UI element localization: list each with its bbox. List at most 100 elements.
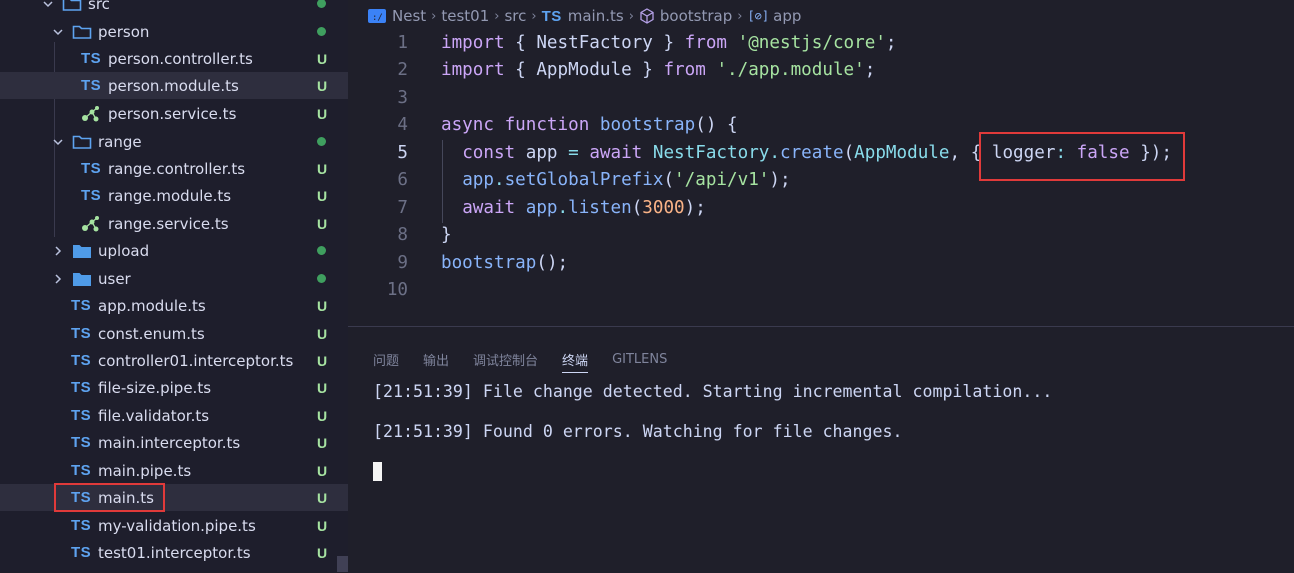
git-status-badge: U [317,489,328,506]
sidebar-scrollbar[interactable] [337,556,348,572]
explorer-file[interactable]: TS main.pipe.ts U [0,457,348,484]
explorer-item-label: src [88,0,110,13]
explorer-file[interactable]: TS const.enum.ts U [0,320,348,347]
breadcrumb: :/ Nest › test01 › src › TS main.ts › bo… [348,4,801,28]
git-status-badge: U [317,160,328,177]
line-number: 8 [397,225,408,245]
line-number: 1 [397,33,408,53]
explorer-file[interactable]: TS app.module.ts U [0,292,348,319]
indent-guide [442,140,443,223]
code-text: import { AppModule } from './app.module'… [441,60,876,80]
service-icon [81,105,101,123]
tab-gitlens[interactable]: GITLENS [612,352,667,367]
code-line[interactable]: 10 [348,277,1294,304]
explorer-file[interactable]: TS main.ts U [0,484,348,511]
code-line[interactable]: 7 await app.listen(3000); [348,195,1294,222]
code-line[interactable]: 6 app.setGlobalPrefix('/api/v1'); [348,167,1294,194]
git-status-badge: U [317,544,328,561]
explorer-item-label: file.validator.ts [98,406,210,425]
typescript-icon: TS [71,325,92,342]
explorer-file[interactable]: TS file-size.pipe.ts U [0,374,348,401]
line-number: 9 [397,253,408,273]
git-status-badge: U [317,50,328,67]
cube-icon [640,8,654,24]
svg-text::/: :/ [372,13,383,23]
chevron-down-icon[interactable] [50,134,66,150]
explorer-file[interactable]: TS range.controller.ts U [0,155,348,182]
explorer-item-label: range.service.ts [108,214,229,233]
chevron-down-icon[interactable] [50,24,66,40]
chevron-down-icon[interactable] [40,0,56,12]
explorer-file[interactable]: TS test01.interceptor.ts U [0,539,348,566]
git-status-badge: U [317,77,328,94]
line-number: 3 [397,88,408,108]
service-icon [81,215,101,233]
code-line[interactable]: 8} [348,222,1294,249]
breadcrumb-file[interactable]: TS main.ts [542,7,624,25]
code-line[interactable]: 1 import { NestFactory } from '@nestjs/co… [348,30,1294,57]
explorer-item-label: person [98,22,150,41]
typescript-icon: TS [71,544,92,561]
explorer-item-label: app.module.ts [98,296,206,315]
explorer-file[interactable]: TS controller01.interceptor.ts U [0,347,348,374]
git-status-dot [317,246,326,255]
breadcrumb-symbol-app[interactable]: [⊘] app [747,7,801,25]
git-status-badge: U [317,325,328,342]
folder-icon [72,243,92,259]
explorer-file[interactable]: TS person.controller.ts U [0,45,348,72]
explorer-folder[interactable]: user [0,265,348,292]
line-number: 7 [397,198,408,218]
chevron-right-icon: › [628,8,634,24]
explorer-item-label: person.service.ts [108,104,237,123]
terminal-cursor[interactable] [373,462,382,481]
line-number: 5 [397,143,408,163]
breadcrumb-symbol-bootstrap[interactable]: bootstrap [639,7,732,25]
bottom-panel: 问题 输出 调试控制台 终端 GITLENS [21:51:39] File c… [348,326,1294,573]
code-line[interactable]: 4 async function bootstrap() { [348,112,1294,139]
explorer-file[interactable]: range.service.ts U [0,210,348,237]
code-text: async function bootstrap() { [441,115,738,135]
breadcrumb-folder-test01[interactable]: test01 [441,7,489,25]
tab-output[interactable]: 输出 [423,350,449,369]
code-editor[interactable]: :/ Nest › test01 › src › TS main.ts › bo… [348,0,1294,326]
typescript-icon: TS [71,297,92,314]
tab-problems[interactable]: 问题 [373,350,399,369]
tab-debug-console[interactable]: 调试控制台 [473,350,538,369]
explorer-folder[interactable]: range [0,128,348,155]
line-number: 4 [397,115,408,135]
code-text: const app = await NestFactory.create(App… [462,143,1172,163]
code-line[interactable]: 3 [348,85,1294,112]
explorer-file[interactable]: TS range.module.ts U [0,182,348,209]
code-line[interactable]: 5 const app = await NestFactory.create(A… [348,140,1294,167]
explorer-file[interactable]: TS my-validation.pipe.ts U [0,512,348,539]
chevron-right-icon[interactable] [50,243,66,259]
git-status-dot [317,0,326,8]
code-text: import { NestFactory } from '@nestjs/cor… [441,33,897,53]
tab-terminal[interactable]: 终端 [562,350,589,373]
typescript-icon: TS [71,352,92,369]
explorer-file[interactable]: TS file.validator.ts U [0,402,348,429]
explorer-file[interactable]: TS person.module.ts U [0,72,348,99]
explorer-item-label: range.controller.ts [108,159,246,178]
explorer-folder[interactable]: person [0,18,348,45]
typescript-icon: TS [81,187,102,204]
git-status-dot [317,27,326,36]
explorer-item-label: my-validation.pipe.ts [98,516,256,535]
git-status-dot [317,137,326,146]
code-line[interactable]: 9 bootstrap(); [348,250,1294,277]
breadcrumb-folder-nest[interactable]: :/ Nest [368,7,426,25]
terminal-line: [21:51:39] Found 0 errors. Watching for … [373,422,903,441]
explorer-item-label: person.controller.ts [108,49,253,68]
chevron-right-icon[interactable] [50,271,66,287]
code-line[interactable]: 2 import { AppModule } from './app.module… [348,57,1294,84]
terminal-line: [21:51:39] File change detected. Startin… [373,382,1053,401]
explorer-item-label: range.module.ts [108,186,232,205]
explorer-folder[interactable]: upload [0,237,348,264]
folder-icon: :/ [368,9,386,23]
breadcrumb-folder-src[interactable]: src [504,7,526,25]
explorer-file[interactable]: TS main.interceptor.ts U [0,429,348,456]
explorer-folder[interactable]: src [0,0,348,17]
typescript-icon: TS [81,50,102,67]
code-text: app.setGlobalPrefix('/api/v1'); [462,170,791,190]
explorer-file[interactable]: person.service.ts U [0,100,348,127]
